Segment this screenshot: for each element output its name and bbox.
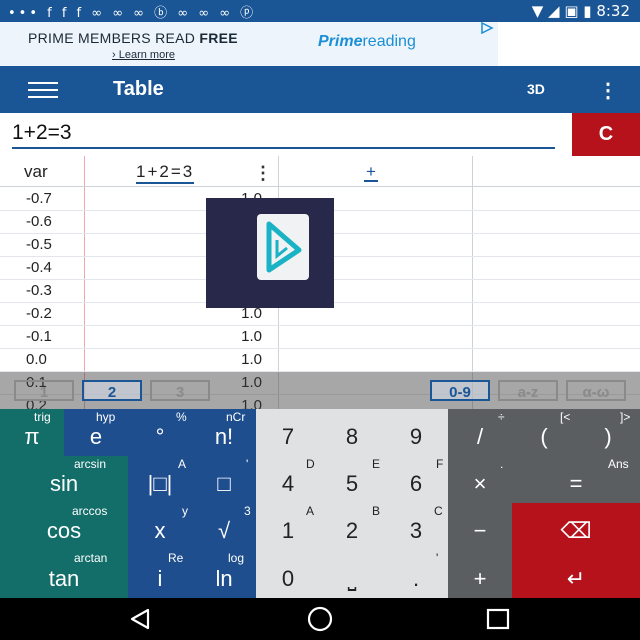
ad-learn-more-link[interactable]: › Learn more — [112, 49, 175, 61]
keypad-page-3[interactable]: 3 — [150, 380, 210, 401]
back-icon[interactable] — [128, 608, 152, 630]
digit-1-key[interactable]: A1 — [256, 503, 320, 550]
var-cell: -0.5 — [26, 236, 52, 253]
digit-8-key[interactable]: 8 — [320, 409, 384, 456]
backspace-icon: ⌫ — [560, 518, 592, 543]
power-key[interactable]: ' □ — [192, 456, 256, 503]
clock: 8:32 — [596, 2, 630, 20]
ad-choices-icon[interactable] — [480, 22, 494, 34]
system-icons: ▼ ◢ ▣ ▮ — [531, 2, 592, 20]
digit-9-key[interactable]: 9 — [384, 409, 448, 456]
multiply-key[interactable]: . × — [448, 456, 512, 503]
space-key[interactable]: ⎵ — [320, 550, 384, 598]
clear-button[interactable]: C — [572, 113, 640, 156]
var-cell: -0.1 — [26, 328, 52, 345]
plus-key[interactable]: + — [448, 550, 512, 598]
home-icon[interactable] — [306, 606, 334, 632]
keypad-mode-bar: 1 2 3 0-9 a-z α-ω — [0, 372, 640, 409]
cos-key[interactable]: arccos cos — [0, 503, 128, 550]
hamburger-menu-icon[interactable] — [28, 82, 58, 98]
var-cell: -0.3 — [26, 282, 52, 299]
recents-icon[interactable] — [486, 608, 510, 630]
left-paren-key[interactable]: [<( — [512, 409, 576, 456]
triangle-logo-icon — [257, 214, 309, 280]
keypad-letters-tab[interactable]: a-z — [498, 380, 558, 401]
prime-reading-logo: Primereading — [318, 33, 416, 50]
table-row[interactable]: -0.1 1.0 — [0, 325, 640, 349]
tan-key[interactable]: arctan tan — [0, 550, 128, 598]
ad-banner[interactable]: PRIME MEMBERS READ FREE › Learn more Pri… — [0, 22, 498, 66]
table-row[interactable]: 0.0 1.0 — [0, 348, 640, 372]
column-menu-icon[interactable]: ⋮ — [254, 163, 272, 184]
var-cell: -0.2 — [26, 305, 52, 322]
android-nav-bar — [0, 598, 640, 640]
minus-key[interactable]: − — [448, 503, 512, 550]
digit-0-key[interactable]: 0 — [256, 550, 320, 598]
factorial-key[interactable]: nCr n! — [192, 409, 256, 456]
backspace-key[interactable]: ⌫ — [512, 503, 640, 550]
pi-key[interactable]: trig π — [0, 409, 64, 456]
var-cell: -0.4 — [26, 259, 52, 276]
keypad-page-2[interactable]: 2 — [82, 380, 142, 401]
digit-3-key[interactable]: C3 — [384, 503, 448, 550]
var-cell: -0.6 — [26, 213, 52, 230]
add-column-button[interactable]: + — [364, 163, 378, 182]
overflow-menu-icon[interactable]: ⋮ — [598, 78, 618, 103]
imaginary-i-key[interactable]: Re i — [128, 550, 192, 598]
ln-key[interactable]: log ln — [192, 550, 256, 598]
keypad-page-1[interactable]: 1 — [14, 380, 74, 401]
keypad-digits-tab[interactable]: 0-9 — [430, 380, 490, 401]
value-cell: 1.0 — [241, 351, 262, 368]
enter-icon: ↵ — [566, 566, 586, 591]
e-key[interactable]: hyp e — [64, 409, 128, 456]
digit-7-key[interactable]: 7 — [256, 409, 320, 456]
app-logo-overlay — [206, 198, 334, 308]
enter-key[interactable]: ↵ — [512, 550, 640, 598]
decimal-point-key[interactable]: '. — [384, 550, 448, 598]
app-bar: Table 3D ⋮ — [0, 66, 640, 113]
digit-6-key[interactable]: F6 — [384, 456, 448, 503]
column-header-expression[interactable]: 1+2=3 — [136, 162, 195, 184]
page-title: Table — [113, 78, 164, 100]
sin-key[interactable]: arcsin sin — [0, 456, 128, 503]
x-variable-key[interactable]: yx — [128, 503, 192, 550]
sqrt-key[interactable]: 3 √ — [192, 503, 256, 550]
digit-5-key[interactable]: E5 — [320, 456, 384, 503]
abs-key[interactable]: A |□| — [128, 456, 192, 503]
digit-4-key[interactable]: D4 — [256, 456, 320, 503]
3d-button[interactable]: 3D — [527, 81, 545, 97]
value-cell: 1.0 — [241, 328, 262, 345]
space-icon: ⎵ — [347, 566, 357, 591]
keypad-greek-tab[interactable]: α-ω — [566, 380, 626, 401]
column-header-var: var — [24, 162, 48, 181]
ad-headline: PRIME MEMBERS READ — [28, 30, 196, 46]
status-bar: ••• f f f ∞ ∞ ∞ ⓑ ∞ ∞ ∞ ⓟ ▼ ◢ ▣ ▮ 8:32 — [0, 0, 640, 22]
equals-key[interactable]: Ans = — [512, 456, 640, 503]
var-cell: -0.7 — [26, 190, 52, 207]
var-cell: 0.0 — [26, 351, 47, 368]
expression-input-row: 1+2=3 C — [0, 113, 640, 156]
ad-headline-bold: FREE — [199, 30, 238, 46]
notification-icons: ••• f f f ∞ ∞ ∞ ⓑ ∞ ∞ ∞ ⓟ — [8, 6, 257, 21]
expression-input[interactable]: 1+2=3 — [12, 121, 555, 149]
right-paren-key[interactable]: ]>) — [576, 409, 640, 456]
digit-2-key[interactable]: B2 — [320, 503, 384, 550]
degree-key[interactable]: % ° — [128, 409, 192, 456]
divide-key[interactable]: ÷ / — [448, 409, 512, 456]
